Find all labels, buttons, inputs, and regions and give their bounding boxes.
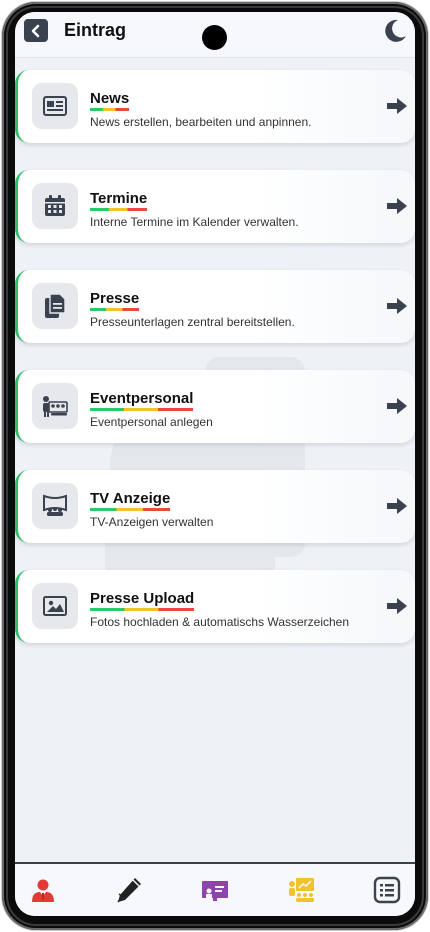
image-upload-icon [43, 596, 67, 616]
chevron-left-icon [31, 24, 40, 37]
user-icon [32, 879, 54, 902]
top-bar: Eintrag [15, 12, 415, 58]
nav-item-edit[interactable] [113, 874, 145, 906]
nav-item-presentation[interactable] [199, 874, 231, 906]
document-icon [45, 293, 66, 318]
newspaper-icon [43, 96, 67, 116]
pen-icon [117, 878, 141, 903]
card-tv-anzeige[interactable]: TV Anzeige TV-Anzeigen verwalten [15, 470, 415, 543]
nav-item-list[interactable] [371, 874, 403, 906]
nav-item-statistics[interactable] [285, 874, 317, 906]
arrow-right-icon[interactable] [386, 596, 408, 616]
card-eventpersonal[interactable]: Eventpersonal Eventpersonal anlegen [15, 370, 415, 443]
presentation-board-icon [202, 881, 228, 901]
card-presse[interactable]: Presse Presseunterlagen zentral bereitst… [15, 270, 415, 343]
card-icon-box [32, 383, 78, 429]
arrow-right-icon[interactable] [386, 196, 408, 216]
arrow-right-icon[interactable] [386, 96, 408, 116]
app-screen: Eintrag News News erstellen, bearbeiten … [15, 12, 415, 916]
card-news[interactable]: News News erstellen, bearbeiten und anpi… [15, 70, 415, 143]
card-icon-box [32, 183, 78, 229]
card-icon-box [32, 283, 78, 329]
card-title: TV Anzeige [90, 490, 171, 511]
arrow-right-icon[interactable] [386, 496, 408, 516]
tv-presentation-icon [43, 494, 67, 516]
card-title: Presse [90, 290, 140, 311]
camera-notch [202, 25, 227, 50]
card-subtitle: TV-Anzeigen verwalten [90, 515, 214, 529]
card-termine[interactable]: Termine Interne Termine im Kalender verw… [15, 170, 415, 243]
card-subtitle: Fotos hochladen & automatischs Wasserzei… [90, 615, 350, 629]
arrow-right-icon[interactable] [386, 296, 408, 316]
back-button[interactable] [24, 19, 48, 42]
card-subtitle: Interne Termine im Kalender verwalten. [90, 215, 299, 229]
calendar-icon [45, 195, 65, 216]
card-presse-upload[interactable]: Presse Upload Fotos hochladen & automati… [15, 570, 415, 643]
card-subtitle: Eventpersonal anlegen [90, 415, 213, 429]
dark-mode-moon-icon[interactable] [380, 17, 408, 45]
card-icon-box [32, 483, 78, 529]
card-title: News [90, 90, 130, 111]
list-icon [373, 876, 401, 904]
card-title: Presse Upload [90, 590, 195, 611]
card-title: Termine [90, 190, 148, 211]
audience-chart-icon [289, 878, 314, 902]
nav-item-profile[interactable] [27, 874, 59, 906]
bottom-nav [15, 862, 415, 916]
card-subtitle: Presseunterlagen zentral bereitstellen. [90, 315, 295, 329]
staff-group-icon [43, 396, 68, 417]
card-icon-box [32, 583, 78, 629]
arrow-right-icon[interactable] [386, 396, 408, 416]
card-icon-box [32, 83, 78, 129]
card-title: Eventpersonal [90, 390, 194, 411]
card-subtitle: News erstellen, bearbeiten und anpinnen. [90, 115, 312, 129]
page-title: Eintrag [64, 20, 127, 40]
